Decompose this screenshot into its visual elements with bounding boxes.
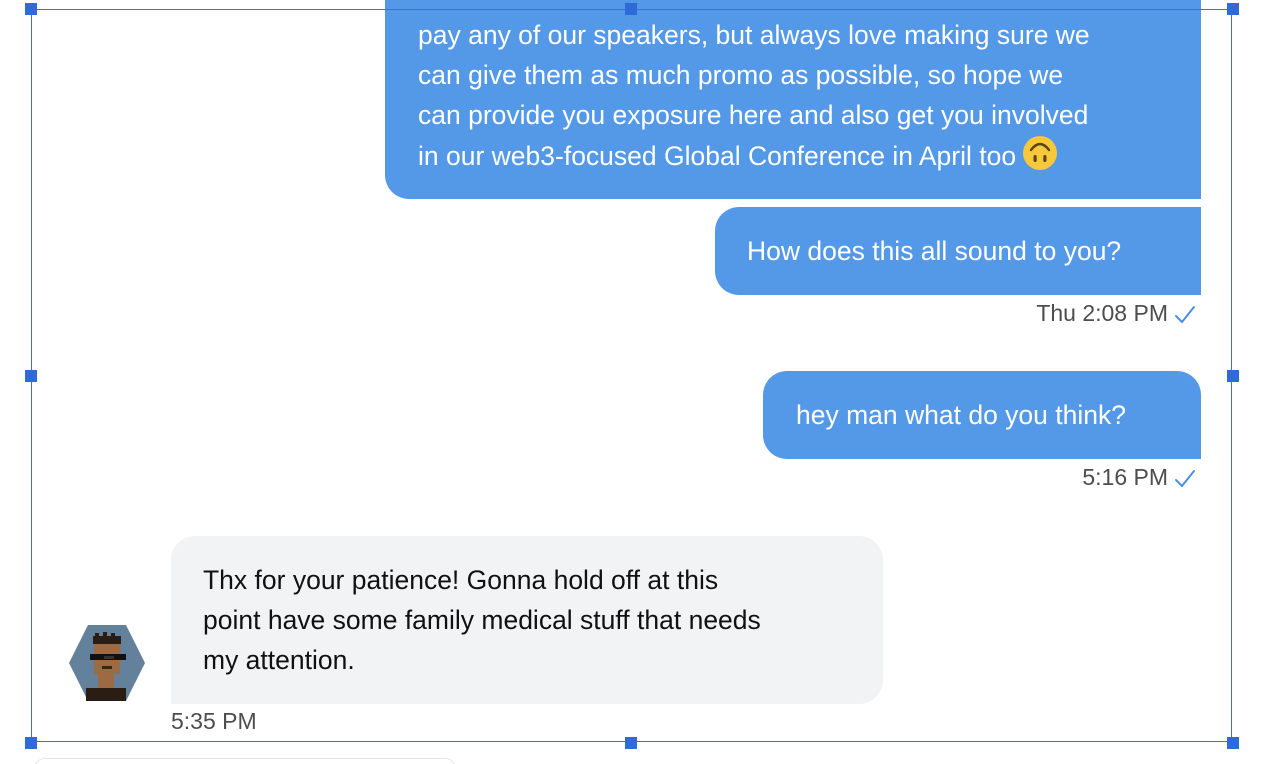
resize-handle-top-center[interactable] <box>625 3 637 15</box>
resize-handle-middle-left[interactable] <box>25 370 37 382</box>
resize-handle-top-left[interactable] <box>25 3 37 15</box>
resize-handle-bottom-left[interactable] <box>25 737 37 749</box>
resize-handle-top-right[interactable] <box>1227 3 1239 15</box>
resize-handle-middle-right[interactable] <box>1227 370 1239 382</box>
message-input[interactable] <box>34 758 456 764</box>
dm-conversation-screenshot: pay any of our speakers, but always love… <box>0 0 1266 764</box>
selection-frame <box>31 9 1232 742</box>
resize-handle-bottom-center[interactable] <box>625 737 637 749</box>
resize-handle-bottom-right[interactable] <box>1227 737 1239 749</box>
